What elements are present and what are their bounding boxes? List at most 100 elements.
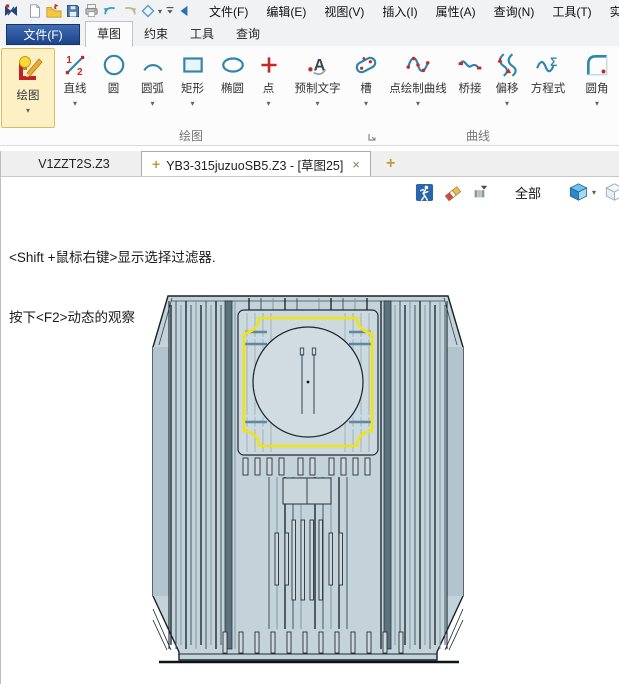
arc-label: 圆弧 [141,80,164,96]
file-menu-button[interactable]: 文件(F) [6,24,80,45]
menu-file[interactable]: 文件(F) [200,3,257,20]
line-label: 直线 [64,80,87,96]
ribbon-group-draw: 绘图 ▾ 1 2 直线 ▾ 圆 圆弧 ▾ [0,46,382,145]
menu-utilities[interactable]: 实 [601,3,619,20]
offset-label: 偏移 [496,80,519,96]
line-icon: 1 2 [62,52,88,78]
collapse-ribbon-icon[interactable] [164,2,176,20]
svg-text:2: 2 [77,67,83,78]
filter-all-label[interactable]: 全部 [515,183,541,202]
offset-dropdown[interactable]: ▾ [505,99,509,109]
equation-label: 方程式 [531,80,566,96]
ribbon-tab-bar: 文件(F) 草图 约束 工具 查询 [0,22,619,46]
tab-inquire[interactable]: 查询 [225,22,271,46]
document-tab-v1zzt2s[interactable]: V1ZZT2S.Z3 [11,151,137,176]
line-dropdown[interactable]: ▾ [73,99,77,109]
offset-tool-button[interactable]: 偏移 ▾ [489,48,525,128]
menu-edit[interactable]: 编辑(E) [257,3,315,20]
tab-sketch[interactable]: 草图 [85,21,133,47]
document-tab-label: YB3-315juzuoSB5.Z3 - [草图25] [166,155,343,174]
svg-text:Σ: Σ [550,55,557,69]
model-left-band [153,347,169,596]
view-cube-icon[interactable] [568,182,589,202]
bridge-tool-button[interactable]: 桥接 [451,48,489,128]
arc-icon [140,52,166,78]
sketch-center-point[interactable] [307,381,310,384]
zw3d-window: ▾ 文件(F) 编辑(E) 视图(V) 插入(I) 属性(A) 查询(N) 工具… [0,0,619,684]
model-right-band [447,347,463,596]
group-label-draw: 绘图 [0,127,382,144]
menu-attributes[interactable]: 属性(A) [427,3,485,20]
document-tab-bar: V1ZZT2S.Z3 + YB3-315juzuoSB5.Z3 - [草图25]… [0,151,619,177]
ellipse-label: 椭圆 [221,80,244,96]
point-dropdown[interactable]: ▾ [266,99,270,109]
back-icon[interactable] [178,2,190,20]
slot-tool-button[interactable]: 槽 ▾ [351,48,381,128]
new-file-icon[interactable] [27,2,43,20]
point-curve-label: 点绘制曲线 [389,80,447,96]
new-tab-button[interactable]: + [386,155,395,173]
print-icon[interactable] [83,2,100,20]
draw-label: 绘图 [17,87,40,103]
ready-text-dropdown[interactable]: ▾ [315,99,319,109]
tab-constraint[interactable]: 约束 [133,22,179,46]
dialog-launcher-icon[interactable] [367,132,378,143]
modified-indicator-icon: + [152,156,160,172]
sketch-viewport[interactable]: 全部 ▾ <Shift +鼠标右键>显示选择过滤器. 按下<F2>动态的观察 [0,177,619,684]
undo-icon[interactable] [102,2,119,20]
view-orient-icon[interactable] [140,2,156,20]
exit-sketch-icon[interactable] [415,183,434,202]
prompt-line-1: <Shift +鼠标右键>显示选择过滤器. [9,248,216,268]
line-tool-button[interactable]: 1 2 直线 ▾ [55,48,95,128]
view-orient-dropdown-icon[interactable]: ▾ [158,2,162,20]
viewport-toolbar: 全部 ▾ [415,181,616,203]
circle-tool-button[interactable]: 圆 [95,48,132,128]
document-tab-label: V1ZZT2S.Z3 [38,157,110,171]
eraser-icon[interactable] [443,183,463,202]
ellipse-tool-button[interactable]: 椭圆 [212,48,253,128]
rectangle-dropdown[interactable]: ▾ [190,99,194,109]
menu-inquire[interactable]: 查询(N) [485,3,544,20]
menu-tools[interactable]: 工具(T) [543,3,600,20]
rectangle-tool-button[interactable]: 矩形 ▾ [173,48,212,128]
rectangle-label: 矩形 [181,80,204,96]
filter-icon[interactable] [471,183,489,201]
redo-icon[interactable] [121,2,138,20]
document-tab-active[interactable]: + YB3-315juzuoSB5.Z3 - [草图25] × [141,151,371,176]
ready-text-icon: A [305,52,331,78]
circle-label: 圆 [108,80,120,96]
tab-tools[interactable]: 工具 [179,22,225,46]
draw-tool-button[interactable]: 绘图 ▾ [1,48,55,128]
fillet-dropdown[interactable]: ▾ [595,99,599,109]
close-tab-icon[interactable]: × [352,157,360,172]
point-tool-button[interactable]: 点 ▾ [253,48,284,128]
equation-icon: Σ [535,52,561,78]
ready-text-tool-button[interactable]: A 预制文字 ▾ [284,48,351,128]
quick-access-toolbar: ▾ 文件(F) 编辑(E) 视图(V) 插入(I) 属性(A) 查询(N) 工具… [0,0,619,22]
arc-dropdown[interactable]: ▾ [150,99,154,109]
arc-tool-button[interactable]: 圆弧 ▾ [132,48,173,128]
point-curve-dropdown[interactable]: ▾ [416,99,420,109]
equation-tool-button[interactable]: Σ 方程式 [525,48,571,128]
ellipse-icon [220,52,246,78]
menu-view[interactable]: 视图(V) [315,3,373,20]
view-cube-alt-icon[interactable] [604,182,619,202]
draw-icon [12,53,44,85]
bridge-icon [457,52,483,78]
point-curve-tool-button[interactable]: 点绘制曲线 ▾ [385,48,451,128]
prompt-messages: <Shift +鼠标右键>显示选择过滤器. 按下<F2>动态的观察 [9,208,216,368]
save-icon[interactable] [65,2,81,20]
fillet-tool-button[interactable]: 圆角 ▾ [575,48,619,128]
slot-icon [353,52,379,78]
menu-bar: 文件(F) 编辑(E) 视图(V) 插入(I) 属性(A) 查询(N) 工具(T… [200,3,619,20]
ribbon-group-edit: 圆角 ▾ [574,46,619,145]
open-file-icon[interactable] [45,2,63,20]
view-cube-dropdown-icon[interactable]: ▾ [592,188,596,197]
fillet-icon [584,52,610,78]
point-curve-icon [405,52,431,78]
draw-dropdown[interactable]: ▾ [26,106,30,116]
menu-insert[interactable]: 插入(I) [373,3,426,20]
bridge-label: 桥接 [459,80,482,96]
slot-dropdown[interactable]: ▾ [364,99,368,109]
circle-icon [101,52,127,78]
